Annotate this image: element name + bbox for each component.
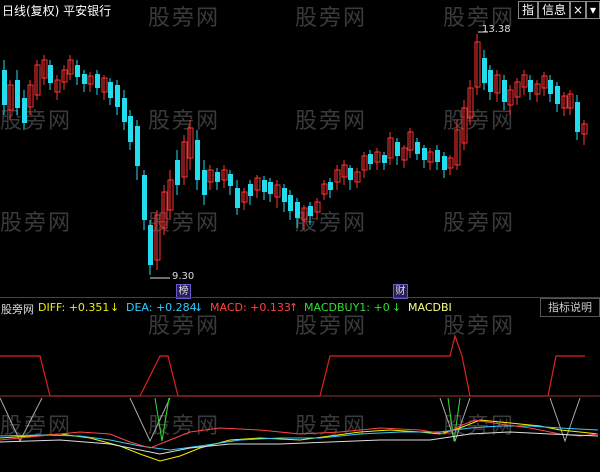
candle bbox=[395, 142, 400, 156]
signal-triangle bbox=[0, 397, 43, 443]
candle bbox=[422, 148, 427, 160]
candle bbox=[115, 85, 120, 107]
candle bbox=[282, 188, 287, 202]
indicator-explain-button[interactable]: 指标说明 bbox=[540, 298, 600, 317]
candle bbox=[175, 160, 180, 185]
candle bbox=[122, 98, 127, 122]
close-button[interactable]: × bbox=[570, 1, 586, 19]
candle bbox=[482, 58, 487, 83]
macdbi-label: MACDBI bbox=[408, 301, 452, 314]
candlestick-chart[interactable] bbox=[0, 20, 600, 297]
candle bbox=[502, 80, 507, 102]
candle bbox=[142, 175, 147, 220]
dropdown-button[interactable]: ▾ bbox=[586, 1, 600, 19]
candle bbox=[235, 188, 240, 208]
buy-triangle bbox=[447, 397, 461, 442]
indicator-legend: 股旁网 DIFF: +0.351 ↓ DEA: +0.284 ↓ MACD: +… bbox=[0, 298, 600, 317]
signal-step-line bbox=[0, 333, 585, 397]
macd-value: MACD: +0.133 bbox=[210, 301, 291, 314]
candle bbox=[528, 80, 533, 92]
candle bbox=[148, 225, 153, 265]
candle bbox=[442, 156, 447, 170]
candle bbox=[15, 80, 20, 108]
candle bbox=[48, 65, 53, 83]
candle bbox=[548, 80, 553, 94]
candle bbox=[22, 98, 27, 123]
candle bbox=[2, 70, 7, 105]
macdbi-line bbox=[0, 431, 599, 455]
indicator-source: 股旁网 bbox=[1, 303, 34, 316]
candle bbox=[382, 155, 387, 163]
candle bbox=[262, 180, 267, 192]
chart-title: 日线(复权) 平安银行 bbox=[2, 4, 112, 18]
candle bbox=[295, 202, 300, 218]
candle bbox=[288, 195, 293, 211]
candle bbox=[308, 206, 313, 216]
low-price-label: 9.30 bbox=[172, 271, 195, 282]
candle bbox=[348, 168, 353, 180]
candle bbox=[268, 182, 273, 194]
diff-value: DIFF: +0.351 bbox=[38, 301, 110, 314]
candle bbox=[128, 116, 133, 142]
candles bbox=[2, 34, 588, 275]
candle bbox=[248, 184, 253, 196]
candle bbox=[195, 140, 200, 180]
arrow-down-icon: ↓ bbox=[194, 301, 204, 314]
candle bbox=[488, 70, 493, 92]
candle bbox=[135, 126, 140, 166]
dea-value: DEA: +0.284 bbox=[126, 301, 197, 314]
signal-triangle bbox=[129, 397, 171, 443]
macd-indicator-chart[interactable] bbox=[0, 316, 600, 472]
candle bbox=[95, 74, 100, 88]
arrow-down-icon: ↓ bbox=[110, 301, 120, 314]
candle bbox=[82, 74, 87, 84]
candle bbox=[575, 102, 580, 132]
candle bbox=[228, 174, 233, 186]
candle bbox=[215, 172, 220, 182]
candle bbox=[108, 82, 113, 98]
info-button[interactable]: 信息 bbox=[538, 1, 570, 19]
macd-line bbox=[0, 419, 599, 449]
arrow-up-icon: ↑ bbox=[289, 301, 299, 314]
candle bbox=[75, 65, 80, 77]
candle bbox=[328, 182, 333, 190]
indicator-toggle-button[interactable]: 指 bbox=[518, 1, 538, 19]
candle bbox=[435, 150, 440, 162]
candle bbox=[368, 154, 373, 164]
candle bbox=[555, 86, 560, 104]
macdbuy1-value: MACDBUY1: +0 bbox=[304, 301, 390, 314]
candle bbox=[415, 142, 420, 154]
arrow-down-icon: ↓ bbox=[392, 301, 402, 314]
high-price-label: 13.38 bbox=[482, 24, 511, 35]
candle bbox=[202, 170, 207, 195]
